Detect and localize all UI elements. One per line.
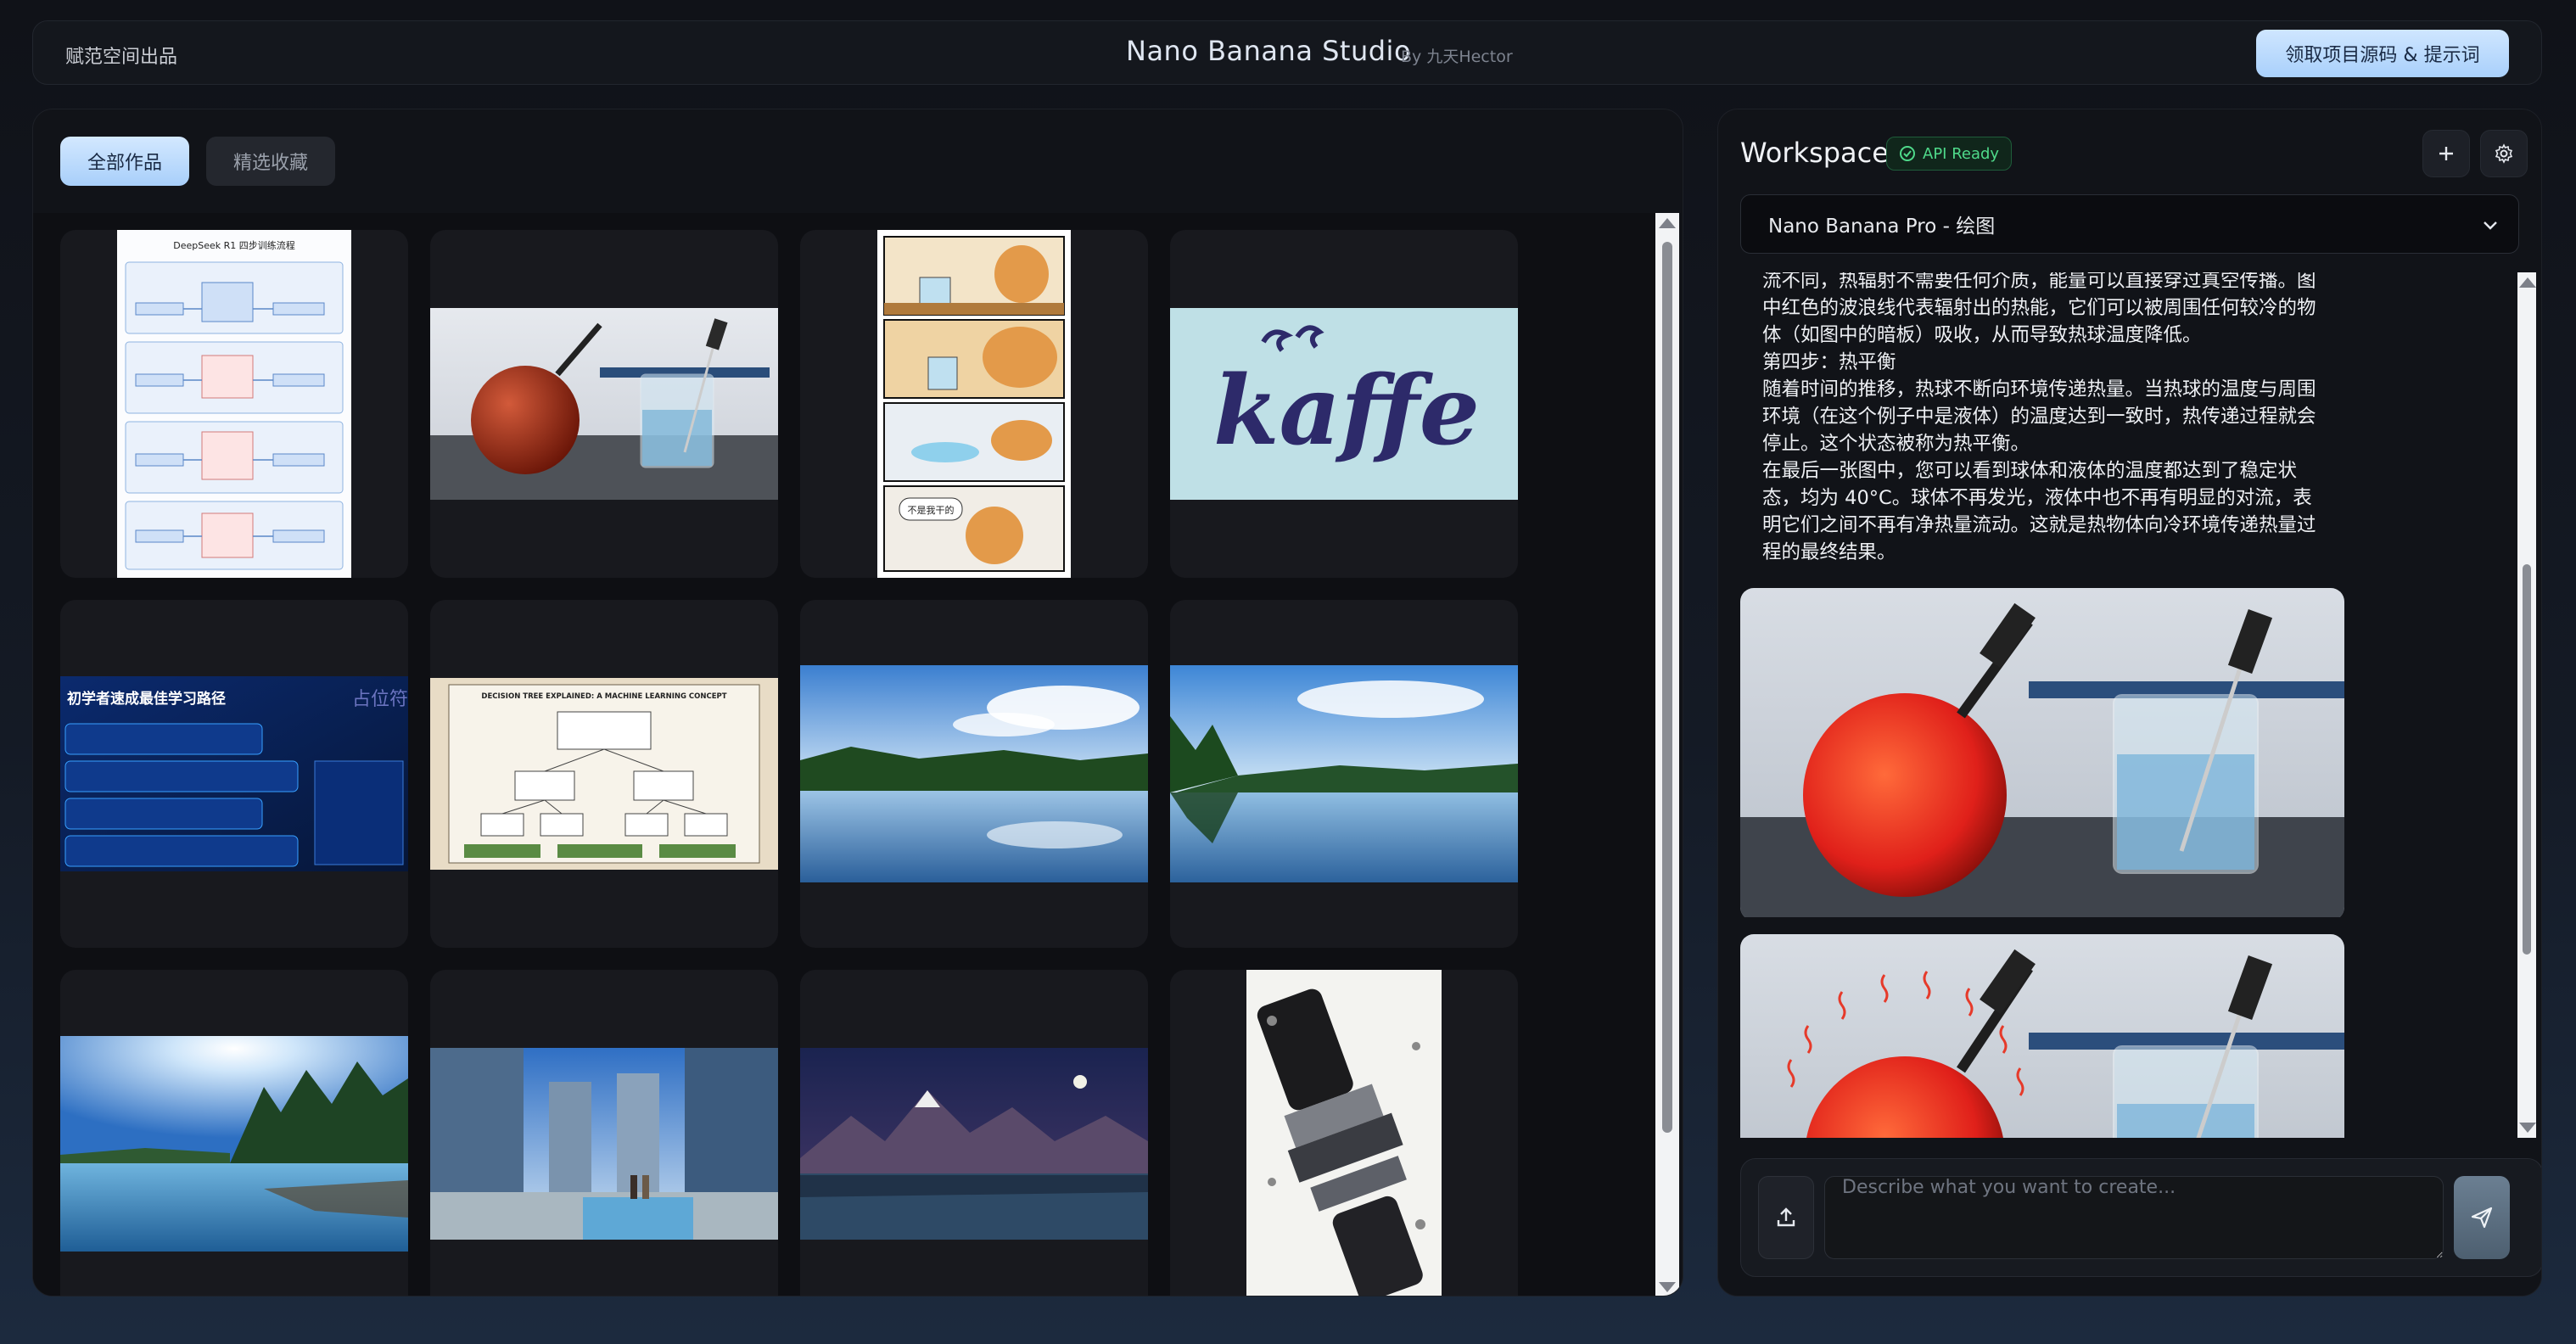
lake-sun-thumbnail [60,1036,408,1252]
deepseek-flowchart-thumbnail: DeepSeek R1 四步训练流程 [117,230,351,578]
gallery-item[interactable] [1170,970,1518,1296]
sphere-thermometer-thumbnail [430,308,778,500]
kaffe-logo-text: kaffe [1213,356,1480,467]
gallery-item[interactable] [430,230,778,578]
gallery-scroll-thumb[interactable] [1662,242,1672,1133]
gallery-item[interactable]: kaffe [1170,230,1518,578]
message-line: 程的最终结果。 [1762,541,1896,563]
workspace-panel: Workspace API Ready Nano Banana Pro - 绘图… [1717,109,2542,1296]
learning-path-thumbnail: 初学者速成最佳学习路径 占位符 [60,676,408,871]
comic-caption: 不是我干的 [908,504,955,516]
gallery-grid: DeepSeek R1 四步训练流程 不是我干的 kaffe 初学者速成最佳学习… [60,230,1518,1296]
model-select-value: Nano Banana Pro - 绘图 [1768,216,1996,238]
lake-forest-thumbnail [1170,665,1518,882]
app-author: By 九天Hector [1401,48,1513,66]
generated-image[interactable] [1740,588,2344,921]
chat-history: 流不同，热辐射不需要任何介质，能量可以直接穿过真空传播。图 中红色的波浪线代表辐… [1718,272,2541,1138]
gallery-item[interactable] [800,970,1148,1296]
workspace-title: Workspace [1740,137,1889,169]
decision-tree-title: DECISION TREE EXPLAINED: A MACHINE LEARN… [481,692,726,701]
cat-comic-thumbnail: 不是我干的 [877,230,1071,578]
check-circle-icon [1900,146,1915,161]
gallery-scroll-area: DeepSeek R1 四步训练流程 不是我干的 kaffe 初学者速成最佳学习… [33,213,1657,1296]
iphone-exploded-thumbnail [1246,970,1442,1296]
scroll-down-icon[interactable] [2519,1123,2536,1133]
glowing-sphere-image [1740,588,2344,917]
message-line: 中红色的波浪线代表辐射出的热能，它们可以被周围任何较冷的物 [1762,297,2316,319]
scroll-up-icon[interactable] [2519,277,2536,288]
api-status-text: API Ready [1923,144,2000,163]
get-source-button[interactable]: 领取项目源码 & 提示词 [2256,30,2509,77]
gallery-item[interactable] [1170,600,1518,948]
gallery-item[interactable]: 不是我干的 [800,230,1148,578]
message-line: 在最后一张图中，您可以看到球体和液体的温度都达到了稳定状 [1762,460,2298,482]
prompt-input[interactable] [1824,1176,2444,1259]
api-status-badge: API Ready [1886,137,2013,171]
message-line: 明它们之间不再有净热量流动。这就是热物体向冷环境传递热量过 [1762,514,2316,536]
decision-tree-thumbnail: DECISION TREE EXPLAINED: A MACHINE LEARN… [430,678,778,870]
mountain-night-thumbnail [800,1048,1148,1240]
message-line: 第四步：热平衡 [1762,351,1896,373]
brand-label: 赋范空间出品 [65,47,178,68]
lake-landscape-thumbnail [800,665,1148,882]
gallery-item[interactable]: DeepSeek R1 四步训练流程 [60,230,408,578]
gallery-scrollbar[interactable] [1655,213,1679,1296]
city-street-thumbnail [430,1048,778,1240]
prompt-composer [1740,1158,2541,1277]
gallery-item[interactable]: DECISION TREE EXPLAINED: A MACHINE LEARN… [430,600,778,948]
gallery-item[interactable]: 初学者速成最佳学习路径 占位符 [60,600,408,948]
radiating-sphere-image [1740,934,2344,1138]
new-chat-button[interactable] [2422,130,2470,177]
chat-scroll-thumb[interactable] [2523,564,2531,955]
kaffe-logo-thumbnail: kaffe [1170,308,1518,500]
settings-button[interactable] [2480,130,2528,177]
gallery-item[interactable] [60,970,408,1296]
tab-favorites[interactable]: 精选收藏 [206,137,336,186]
learning-path-title: 初学者速成最佳学习路径 [67,690,226,708]
message-line: 环境（在这个例子中是液体）的温度达到一致时，热传递过程就会 [1762,406,2316,428]
upload-button[interactable] [1758,1176,1814,1259]
upload-icon [1777,1207,1795,1227]
message-line: 态，均为 40°C。球体不再发光，液体中也不再有明显的对流，表 [1762,487,2312,509]
send-button[interactable] [2454,1176,2510,1259]
scroll-down-icon[interactable] [1659,1282,1676,1292]
message-line: 随着时间的推移，热球不断向环境传递热量。当热球的温度与周围 [1762,378,2316,400]
message-line: 停止。这个状态被称为热平衡。 [1762,433,2030,455]
send-icon [2471,1207,2493,1229]
generated-image[interactable] [1740,934,2344,1138]
assistant-message: 流不同，热辐射不需要任何介质，能量可以直接穿过真空传播。图 中红色的波浪线代表辐… [1762,272,2348,566]
plus-icon [2439,147,2453,160]
placeholder-text: 占位符 [352,689,408,710]
gear-icon [2495,143,2513,164]
app-title: Nano Banana Studio [1126,35,1412,67]
gallery-item[interactable] [430,970,778,1296]
tab-all-works[interactable]: 全部作品 [60,137,190,186]
scroll-up-icon[interactable] [1659,218,1676,228]
message-line: 流不同，热辐射不需要任何介质，能量可以直接穿过真空传播。图 [1762,272,2316,292]
gallery-tabs: 全部作品 精选收藏 [60,137,336,186]
chat-scrollbar[interactable] [2517,272,2536,1138]
chevron-down-icon [2484,221,2497,230]
top-header: 赋范空间出品 Nano Banana Studio By 九天Hector 领取… [32,20,2542,85]
model-select[interactable]: Nano Banana Pro - 绘图 [1740,194,2519,254]
flowchart-title: DeepSeek R1 四步训练流程 [173,239,295,251]
message-line: 体（如图中的暗板）吸收，从而导致热球温度降低。 [1762,324,2202,346]
gallery-item[interactable] [800,600,1148,948]
gallery-panel: 全部作品 精选收藏 DeepSeek R1 四步训练流程 不是我干的 kaffe… [32,109,1683,1296]
